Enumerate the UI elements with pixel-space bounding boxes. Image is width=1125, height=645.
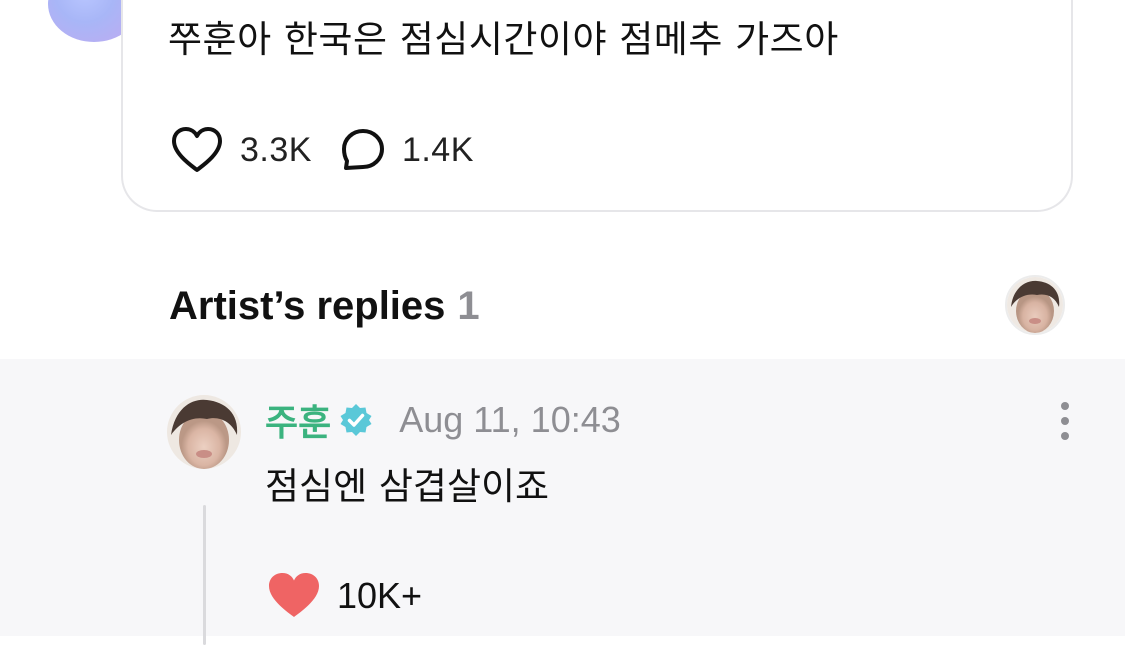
artist-reply: 주훈 Aug 11, 10:43 점심엔 삼겹살이죠 10K+: [0, 359, 1125, 645]
thread-line: [203, 505, 206, 645]
reply-like-count: 10K+: [337, 575, 423, 616]
reply-author-avatar[interactable]: [167, 395, 241, 469]
artist-photo: [167, 395, 241, 469]
speech-bubble-icon: [341, 129, 384, 170]
heart-filled-icon: [269, 573, 319, 617]
reply-meta: 주훈 Aug 11, 10:43: [265, 394, 621, 446]
heart-outline-icon: [172, 127, 222, 172]
like-count: 3.3K: [240, 130, 312, 169]
post-actions: 3.3K 1.4K: [170, 126, 474, 174]
reply-author-name[interactable]: 주훈: [265, 394, 331, 446]
reply-like-button[interactable]: 10K+: [267, 571, 422, 621]
artist-avatar-small[interactable]: [1005, 275, 1065, 335]
more-options-button[interactable]: [1052, 399, 1078, 443]
comment-button[interactable]: 1.4K: [340, 127, 474, 173]
artist-replies-header: Artist’s replies 1: [169, 280, 480, 332]
artist-replies-title: Artist’s replies: [169, 284, 446, 328]
reply-text: 점심엔 삼겹살이죠: [265, 465, 550, 508]
verified-badge-icon: [340, 404, 372, 436]
like-button[interactable]: 3.3K: [170, 126, 312, 174]
post-text: 쭈훈아 한국은 점심시간이야 점메추 가즈아: [168, 18, 839, 61]
more-vertical-icon: [1061, 402, 1069, 440]
comment-count: 1.4K: [401, 130, 474, 169]
reply-timestamp: Aug 11, 10:43: [399, 399, 621, 440]
artist-replies-count: 1: [457, 284, 480, 328]
artist-photo: [1007, 277, 1063, 333]
